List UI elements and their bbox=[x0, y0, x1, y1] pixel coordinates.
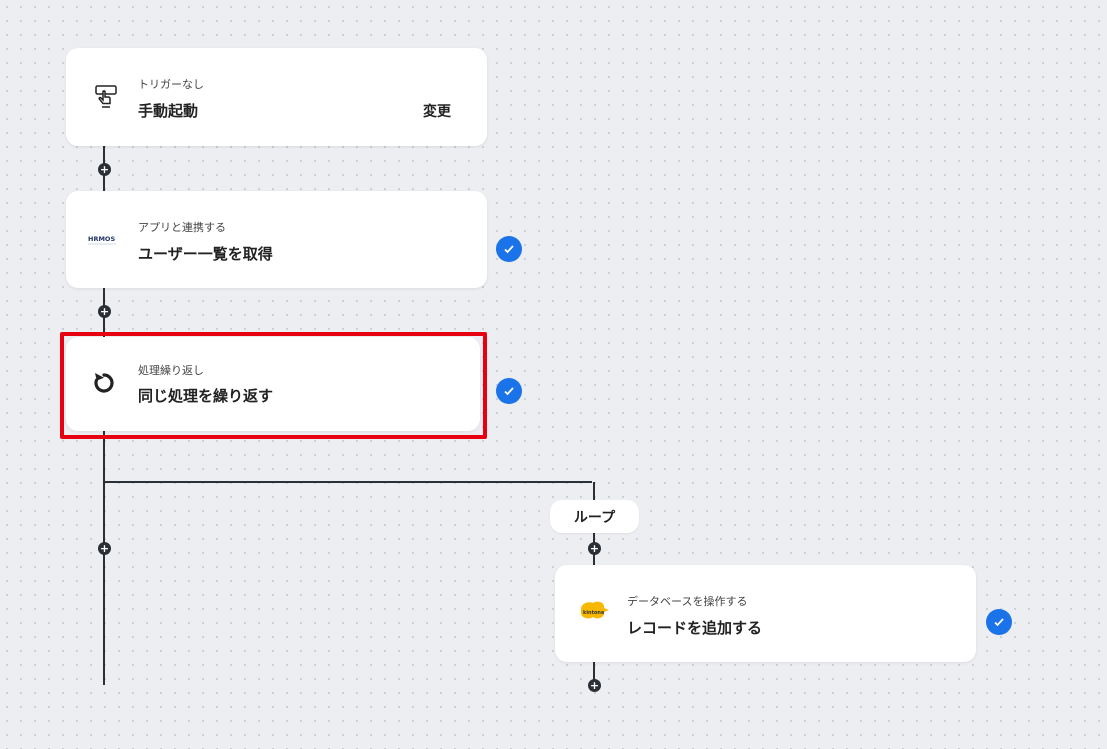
kintone-step-title: レコードを追加する bbox=[627, 619, 763, 637]
check-icon bbox=[986, 609, 1012, 635]
add-step-button[interactable]: + bbox=[98, 163, 111, 176]
add-loop-step-button[interactable]: + bbox=[588, 542, 601, 555]
add-step-button[interactable]: + bbox=[98, 542, 111, 555]
add-loop-step-button[interactable]: + bbox=[588, 679, 601, 692]
selection-highlight bbox=[60, 332, 487, 439]
trigger-card[interactable]: トリガーなし 手動起動 変更 bbox=[66, 48, 487, 146]
hrmos-logo: HRMOS bbox=[86, 221, 126, 257]
add-step-button[interactable]: + bbox=[98, 305, 111, 318]
svg-text:HRMOS: HRMOS bbox=[88, 235, 115, 243]
trigger-subtitle: トリガーなし bbox=[138, 78, 204, 91]
step-card-hrmos[interactable]: HRMOS アプリと連携する ユーザー一覧を取得 bbox=[66, 191, 487, 288]
connector-branch-line bbox=[104, 481, 592, 483]
hrmos-step-title: ユーザー一覧を取得 bbox=[138, 245, 273, 263]
trigger-title: 手動起動 bbox=[138, 102, 199, 120]
hrmos-step-subtitle: アプリと連携する bbox=[138, 221, 226, 234]
svg-text:kintone: kintone bbox=[583, 610, 605, 616]
connector-line-loop bbox=[593, 482, 595, 502]
loop-branch-label: ループ bbox=[550, 500, 639, 533]
step-card-kintone[interactable]: kintone データベースを操作する レコードを追加する bbox=[555, 565, 976, 662]
kintone-step-subtitle: データベースを操作する bbox=[627, 595, 748, 608]
manual-trigger-icon bbox=[88, 78, 124, 114]
connector-line-loop-end bbox=[593, 661, 595, 681]
change-trigger-button[interactable]: 変更 bbox=[423, 101, 451, 121]
kintone-logo: kintone bbox=[575, 597, 611, 629]
check-icon bbox=[496, 236, 522, 262]
check-icon bbox=[496, 378, 522, 404]
